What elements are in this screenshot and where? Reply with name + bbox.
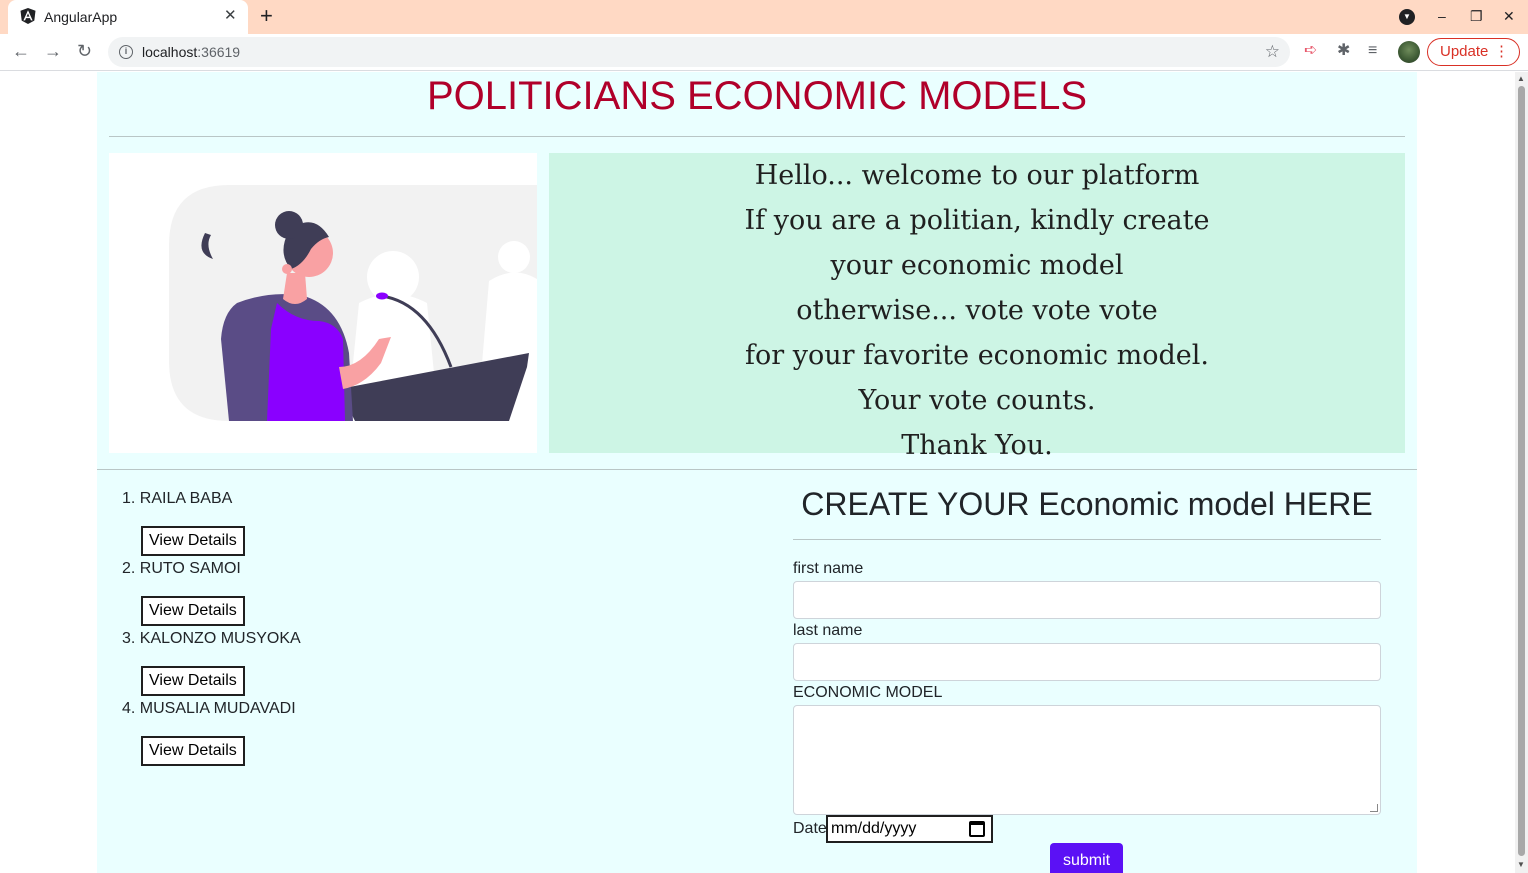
politician-name: 3. KALONZO MUSYOKA <box>122 630 301 648</box>
browser-tabstrip: AngularApp ✕ + ▼ – ❐ ✕ <box>0 0 1528 34</box>
url-host: localhost <box>142 44 198 60</box>
bookmark-star-icon[interactable]: ☆ <box>1265 42 1280 62</box>
view-details-button[interactable]: View Details <box>141 596 245 626</box>
view-details-button[interactable]: View Details <box>141 526 245 556</box>
form-title: CREATE YOUR Economic model HERE <box>801 486 1373 522</box>
view-details-button[interactable]: View Details <box>141 736 245 766</box>
economic-model-label: ECONOMIC MODEL <box>793 684 943 701</box>
politician-name: 4. MUSALIA MUDAVADI <box>122 700 296 718</box>
view-details-button[interactable]: View Details <box>141 666 245 696</box>
browser-tab[interactable]: AngularApp ✕ <box>8 0 248 34</box>
profile-avatar[interactable] <box>1398 41 1420 63</box>
date-placeholder: mm/dd/yyyy <box>831 820 917 837</box>
list-number: 1. <box>122 490 136 507</box>
list-number: 3. <box>122 630 136 647</box>
scrollbar-thumb[interactable] <box>1518 86 1525 856</box>
url-text: localhost:36619 <box>142 44 240 60</box>
list-item: 4. MUSALIA MUDAVADI View Details <box>122 698 762 768</box>
speaker-illustration <box>109 153 537 453</box>
scroll-down-icon[interactable]: ▼ <box>1517 860 1525 869</box>
browser-toolbar: ← → ↻ i localhost:36619 ☆ ➪ ✱ ≡ Update ⋮ <box>0 34 1528 71</box>
list-item: 3. KALONZO MUSYOKA View Details <box>122 628 762 698</box>
resize-grip-icon[interactable] <box>1370 804 1378 812</box>
divider <box>97 469 1417 470</box>
page-container: POLITICIANS ECONOMIC MODELS Hello... wel… <box>97 72 1417 873</box>
tab-title: AngularApp <box>44 9 118 25</box>
url-port: :36619 <box>197 44 241 60</box>
update-label: Update <box>1440 43 1489 60</box>
first-name-label: first name <box>793 560 864 577</box>
media-queue-icon[interactable]: ≡ <box>1368 42 1377 60</box>
tab-search-icon[interactable]: ▼ <box>1399 9 1415 25</box>
minimize-button[interactable]: – <box>1438 8 1446 24</box>
angular-icon <box>20 8 36 24</box>
submit-button[interactable]: submit <box>1050 843 1123 873</box>
divider <box>109 136 1405 137</box>
welcome-line: If you are a politian, kindly create <box>744 205 1210 236</box>
welcome-line: Hello... welcome to our platform <box>754 160 1200 191</box>
new-tab-button[interactable]: + <box>260 5 273 27</box>
forward-icon[interactable]: → <box>44 40 62 62</box>
page-viewport: POLITICIANS ECONOMIC MODELS Hello... wel… <box>0 72 1515 873</box>
list-item: 1. RAILA BABA View Details <box>122 488 762 558</box>
politician-name: 2. RUTO SAMOI <box>122 560 241 578</box>
extension-icon[interactable]: ➪ <box>1304 42 1317 60</box>
divider <box>793 539 1381 540</box>
last-name-input[interactable] <box>793 643 1381 681</box>
speaker-illustration-svg <box>109 153 537 453</box>
welcome-line: your economic model <box>830 250 1124 281</box>
first-name-input[interactable] <box>793 581 1381 619</box>
economic-model-textarea[interactable] <box>793 705 1381 815</box>
list-number: 4. <box>122 700 136 717</box>
politician-name-text: KALONZO MUSYOKA <box>139 630 301 647</box>
tab-close-icon[interactable]: ✕ <box>224 8 237 24</box>
reload-icon[interactable]: ↻ <box>77 40 92 62</box>
back-icon[interactable]: ← <box>12 40 30 62</box>
welcome-line: Thank You. <box>901 430 1053 461</box>
page-scrollbar[interactable]: ▲ ▼ <box>1515 72 1528 873</box>
date-input[interactable]: mm/dd/yyyy <box>826 815 993 843</box>
welcome-panel: Hello... welcome to our platform If you … <box>549 153 1405 461</box>
page-title: POLITICIANS ECONOMIC MODELS <box>426 74 1088 118</box>
politician-name: 1. RAILA BABA <box>122 490 232 508</box>
politician-name-text: RAILA BABA <box>139 490 233 507</box>
politician-list: 1. RAILA BABA View Details 2. RUTO SAMOI… <box>122 488 762 768</box>
welcome-line: otherwise... vote vote vote <box>796 295 1158 326</box>
welcome-lines: Hello... welcome to our platform If you … <box>549 153 1405 468</box>
list-item: 2. RUTO SAMOI View Details <box>122 558 762 628</box>
address-bar[interactable]: i localhost:36619 ☆ <box>108 37 1290 67</box>
welcome-line: for your favorite economic model. <box>745 340 1209 371</box>
scroll-up-icon[interactable]: ▲ <box>1517 74 1525 83</box>
list-number: 2. <box>122 560 136 577</box>
update-button[interactable]: Update ⋮ <box>1427 38 1520 66</box>
site-info-icon[interactable]: i <box>119 45 133 59</box>
close-window-button[interactable]: ✕ <box>1503 8 1515 25</box>
welcome-line: Your vote counts. <box>858 385 1096 416</box>
politician-name-text: RUTO SAMOI <box>139 560 241 577</box>
date-label: Date <box>793 820 827 837</box>
calendar-icon[interactable] <box>969 821 985 837</box>
menu-dots-icon: ⋮ <box>1494 43 1509 60</box>
restore-button[interactable]: ❐ <box>1470 8 1483 25</box>
puzzle-icon[interactable]: ✱ <box>1337 42 1350 60</box>
last-name-label: last name <box>793 622 863 639</box>
politician-name-text: MUSALIA MUDAVADI <box>139 700 296 717</box>
